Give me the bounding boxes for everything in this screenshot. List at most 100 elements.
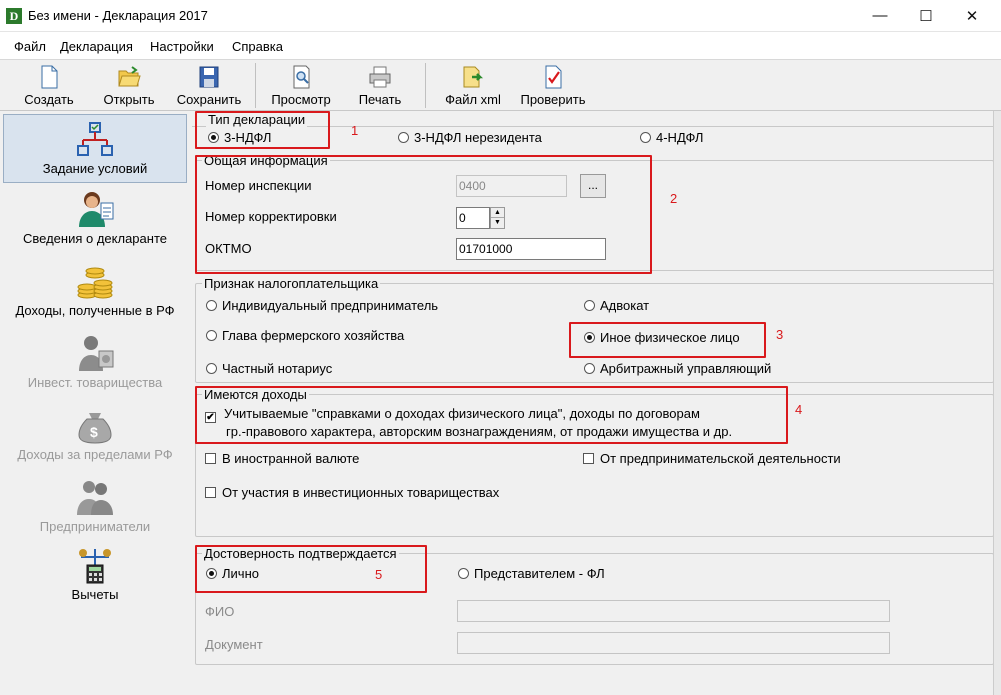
svg-text:$: $ [90,424,98,440]
radio-farmer[interactable]: Глава фермерского хозяйства [206,328,404,343]
annotation-number-4: 4 [795,402,803,417]
fio-input[interactable] [457,600,890,622]
annotation-box-5 [195,545,427,593]
calculator-scale-icon [79,549,111,584]
radio-farmer-label: Глава фермерского хозяйства [222,328,405,343]
radio-lawyer-dot[interactable] [584,300,595,311]
floppy-disk-icon [199,66,219,88]
menu-file[interactable]: Файл [14,39,46,54]
checkbox-foreign-currency-box[interactable] [205,453,216,464]
annotation-box-3 [569,322,766,358]
toolbar-separator [255,63,256,108]
sidebar-item-deductions[interactable]: Вычеты [3,545,187,611]
investment-label: От участия в инвестиционных товарищества… [222,485,500,500]
radio-3ndfl-nonresident[interactable]: 3-НДФЛ нерезидента [398,130,542,145]
radio-lawyer-label: Адвокат [600,298,650,313]
sidebar-label-conditions: Задание условий [42,161,148,176]
minimize-button[interactable]: — [857,0,903,31]
printer-icon [369,66,391,88]
maximize-button[interactable]: ☐ [903,0,949,31]
radio-arbitration-manager[interactable]: Арбитражный управляющий [584,361,771,376]
export-xml-label: Файл xml [445,92,501,107]
annotation-number-3: 3 [776,327,784,342]
radio-representative-dot[interactable] [458,568,469,579]
sidebar-label-deductions: Вычеты [71,587,119,602]
sidebar-label-entrepreneurs: Предприниматели [39,519,151,534]
checkbox-investment-box[interactable] [205,487,216,498]
taxpayer-legend: Признак налогоплательщика [204,276,379,291]
radio-4ndfl-dot[interactable] [640,132,651,143]
sidebar-item-declarant[interactable]: Сведения о декларанте [3,189,187,255]
check-document-icon [545,65,562,89]
menu-help[interactable]: Справка [232,39,283,54]
right-edge [993,111,1001,695]
close-button[interactable]: ✕ [949,0,995,31]
radio-entrepreneur-label: Индивидуальный предприниматель [222,298,439,313]
investor-icon [79,336,114,371]
sidebar-item-income-rf[interactable]: Доходы, полученные в РФ [3,261,187,327]
radio-entrepreneur[interactable]: Индивидуальный предприниматель [206,298,438,313]
radio-3ndfl-nonresident-label: 3-НДФЛ нерезидента [414,130,542,145]
sidebar: Задание условий Сведения о декларанте До… [0,111,189,695]
sidebar-item-invest[interactable]: Инвест. товарищества [3,333,187,399]
annotation-number-1: 1 [351,123,359,138]
menu-bar: Файл Декларация Настройки Справка [0,32,1001,60]
check-label: Проверить [520,92,586,107]
radio-farmer-dot[interactable] [206,330,217,341]
create-label: Создать [24,92,74,107]
annotation-number-5: 5 [375,567,383,582]
window-title: Без имени - Декларация 2017 [28,8,208,23]
export-xml-button[interactable]: Файл xml [440,65,506,109]
radio-representative[interactable]: Представителем - ФЛ [458,566,605,581]
radio-arbitration-manager-dot[interactable] [584,363,595,374]
sidebar-label-declarant: Сведения о декларанте [23,231,167,246]
checkbox-business-box[interactable] [583,453,594,464]
print-label: Печать [358,92,402,107]
open-button[interactable]: Открыть [96,65,162,109]
toolbar-separator [425,63,426,108]
businessmen-icon [77,481,113,515]
fio-label: ФИО [205,604,235,619]
annotation-number-2: 2 [670,191,678,206]
radio-3ndfl-nonresident-dot[interactable] [398,132,409,143]
print-button[interactable]: Печать [348,65,412,109]
sidebar-label-income-abroad: Доходы за пределами РФ [17,447,173,462]
radio-entrepreneur-dot[interactable] [206,300,217,311]
foreign-currency-label: В иностранной валюте [222,451,360,466]
menu-declaration[interactable]: Декларация [60,39,133,54]
radio-notary[interactable]: Частный нотариус [206,361,332,376]
person-icon [79,192,114,227]
document-input[interactable] [457,632,890,654]
checkbox-foreign-currency[interactable]: В иностранной валюте [205,451,359,466]
radio-4ndfl[interactable]: 4-НДФЛ [640,130,703,145]
sidebar-item-entrepreneurs[interactable]: Предприниматели [3,477,187,543]
radio-notary-label: Частный нотариус [222,361,333,376]
preview-button[interactable]: Просмотр [264,65,338,109]
diagram-icon [77,122,113,156]
new-document-icon [41,65,58,89]
checkbox-business[interactable]: От предпринимательской деятельности [583,451,841,466]
preview-magnifier-icon [293,65,310,89]
radio-notary-dot[interactable] [206,363,217,374]
create-button[interactable]: Создать [14,65,84,109]
checkbox-investment[interactable]: От участия в инвестиционных товарищества… [205,485,499,500]
title-bar: D Без имени - Декларация 2017 — ☐ ✕ [0,0,1001,32]
sidebar-item-conditions[interactable]: Задание условий [3,114,187,183]
business-label: От предпринимательской деятельности [600,451,841,466]
radio-arbitration-manager-label: Арбитражный управляющий [600,361,772,376]
menu-settings[interactable]: Настройки [150,39,214,54]
save-label: Сохранить [176,92,242,107]
document-label: Документ [205,637,263,652]
toolbar: Создать Открыть Сохранить Просмотр Печат… [0,61,1001,111]
sidebar-label-income-rf: Доходы, полученные в РФ [15,303,175,318]
radio-lawyer[interactable]: Адвокат [584,298,649,313]
money-bag-icon: $ [78,413,112,444]
coins-icon [77,267,113,299]
check-button[interactable]: Проверить [514,65,592,109]
sidebar-item-income-abroad[interactable]: $ Доходы за пределами РФ [3,405,187,471]
annotation-box-4 [195,386,788,444]
app-logo-icon: D [6,8,22,24]
open-folder-icon [118,66,141,87]
radio-4ndfl-label: 4-НДФЛ [656,130,704,145]
save-button[interactable]: Сохранить [172,65,246,109]
